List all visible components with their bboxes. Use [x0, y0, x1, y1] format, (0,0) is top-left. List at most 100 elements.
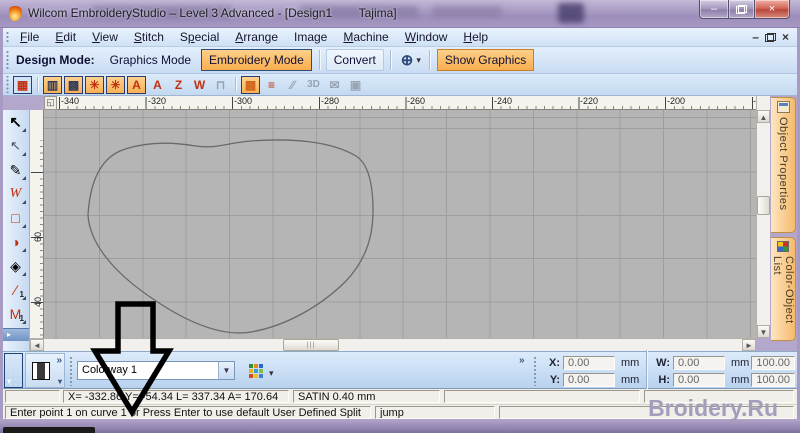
tatami-fill-icon[interactable]: ▩ [64, 76, 83, 94]
horizontal-scrollbar[interactable]: ◄ ||| ► [30, 338, 756, 351]
menu-help[interactable]: Help [455, 28, 496, 46]
reshape-tool[interactable]: ↖ [3, 134, 28, 158]
toolbar-grip[interactable] [5, 30, 10, 44]
menu-arrange[interactable]: Arrange [227, 28, 286, 46]
design-canvas[interactable] [44, 110, 756, 338]
column-b-icon[interactable]: A [148, 76, 167, 94]
scale-w-field[interactable]: 100.00 [751, 356, 795, 370]
design-mode-toolbar: Design Mode: Graphics Mode Embroidery Mo… [3, 47, 797, 74]
overflow-chevron-icon[interactable]: » [519, 355, 525, 366]
x-field[interactable]: 0.00 [563, 356, 615, 370]
embroidery-mode-button[interactable]: Embroidery Mode [201, 49, 312, 71]
lettering-tool[interactable]: W [3, 182, 28, 206]
graphics-mode-button[interactable]: Graphics Mode [103, 50, 198, 70]
scale-h-unit: % [795, 374, 800, 386]
ruler-label: -240 [491, 96, 512, 106]
w-field[interactable]: 0.00 [673, 356, 725, 370]
toolbar-grip[interactable] [533, 356, 538, 386]
ruler-label: 40 [33, 295, 43, 309]
vertical-scrollbar[interactable]: ▲ ▼ [756, 96, 770, 338]
palette-dropdown-caret[interactable]: ▾ [269, 368, 274, 379]
caption-buttons: – × [699, 0, 790, 19]
h-field[interactable]: 0.00 [673, 373, 725, 387]
child-minimize-icon[interactable]: – [752, 32, 759, 42]
menu-file[interactable]: File [12, 28, 47, 46]
zigzag-stitch-icon[interactable]: Z [169, 76, 188, 94]
horizontal-scroll-thumb[interactable]: ||| [283, 339, 339, 351]
menu-edit[interactable]: Edit [47, 28, 84, 46]
3d-effect-icon[interactable]: 3D [304, 76, 323, 94]
globe-icon[interactable]: ⊕ [395, 51, 416, 69]
ruler-label: -200 [664, 96, 685, 106]
tool-badge: 1 [20, 290, 24, 299]
travel-mode: jump [375, 406, 495, 419]
toolbar-grip[interactable] [5, 76, 10, 93]
menu-machine[interactable]: Machine [335, 28, 396, 46]
status-empty-panel [5, 390, 60, 403]
menu-window[interactable]: Window [397, 28, 456, 46]
run-line-tool[interactable]: ∕1 [3, 278, 28, 302]
color-palette-icon[interactable] [249, 364, 253, 368]
tab-label: Object Properties [777, 117, 789, 210]
knife-tool[interactable]: ✎ [3, 158, 28, 182]
docked-toolbar-handle[interactable]: ▾ [4, 353, 23, 388]
fountain-fill-icon[interactable]: ✳ [85, 76, 104, 94]
tab-object-properties[interactable]: Object Properties [771, 97, 796, 233]
select-tool[interactable]: ↖ [3, 110, 28, 134]
scale-w-unit: % [795, 357, 800, 369]
menu-special[interactable]: Special [172, 28, 227, 46]
closed-shape-tool[interactable]: ◈ [3, 254, 28, 278]
square-stitch-icon[interactable]: ⊓ [211, 76, 230, 94]
fill-shape-tool[interactable]: □ [3, 206, 28, 230]
child-restore-icon[interactable] [765, 33, 776, 42]
restore-button[interactable] [728, 0, 755, 19]
minimize-button[interactable]: – [699, 0, 728, 19]
tab-color-object-list[interactable]: Color-Object List [771, 237, 796, 341]
convert-button[interactable]: Convert [326, 49, 384, 71]
scale-h-field[interactable]: 100.00 [751, 373, 795, 387]
globe-dropdown-caret[interactable]: ▾ [415, 55, 425, 66]
menu-image[interactable]: Image [286, 28, 335, 46]
status-empty-panel [444, 390, 640, 403]
envelope-icon[interactable]: ✉ [325, 76, 344, 94]
tab-label: Color-Object List [771, 256, 795, 340]
scroll-left-icon[interactable]: ◄ [30, 339, 44, 351]
side-tab-strip: Object Properties Color-Object List [771, 96, 797, 351]
separator [319, 50, 320, 70]
vertical-ruler: 60 40 [30, 110, 44, 338]
child-window-controls: – × [752, 32, 797, 42]
program-split-icon[interactable]: ▩ [241, 76, 260, 94]
toolbar-grip[interactable] [5, 49, 10, 71]
e-stitch-icon[interactable]: W [190, 76, 209, 94]
outline-run-icon[interactable]: ▦ [13, 76, 32, 94]
ruler-origin-button[interactable]: ◱ [44, 96, 57, 110]
app-icon [9, 6, 22, 21]
show-graphics-button[interactable]: Show Graphics [437, 49, 534, 71]
satin-fill-icon[interactable]: ▥ [43, 76, 62, 94]
overflow-chevron-icon[interactable]: » [56, 355, 62, 366]
colorway-combobox[interactable]: Colorway 1 ▼ [77, 361, 235, 380]
cross-hatch-icon[interactable]: ∕∕ [283, 76, 302, 94]
y-field[interactable]: 0.00 [563, 373, 615, 387]
palette-overflow-grip[interactable]: ▸ [3, 328, 29, 341]
close-button[interactable]: × [755, 0, 790, 19]
scroll-right-icon[interactable]: ► [742, 339, 756, 351]
vertical-scroll-thumb[interactable] [757, 196, 770, 215]
child-close-icon[interactable]: × [782, 32, 789, 42]
scroll-down-icon[interactable]: ▼ [757, 325, 770, 338]
scroll-up-icon[interactable]: ▲ [757, 110, 770, 123]
basket-weave-icon[interactable]: ▣ [346, 76, 365, 94]
image-tool-icon[interactable] [32, 362, 50, 380]
dock-expand-icon[interactable]: ▾ [58, 377, 62, 386]
fountain-fill-alt-icon[interactable]: ✳ [106, 76, 125, 94]
object-properties-icon [777, 101, 790, 113]
combobox-caret-icon[interactable]: ▼ [218, 362, 234, 379]
dock-expand-icon[interactable]: ▾ [7, 377, 11, 386]
menu-view[interactable]: View [84, 28, 126, 46]
color-wheel-tool[interactable]: ◑ [3, 230, 28, 254]
menu-stitch[interactable]: Stitch [126, 28, 172, 46]
motif-fill-icon[interactable]: ≡ [262, 76, 281, 94]
toolbar-grip[interactable] [69, 356, 74, 386]
polyline-run-tool[interactable]: M1 [3, 302, 28, 326]
column-a-icon[interactable]: A [127, 76, 146, 94]
